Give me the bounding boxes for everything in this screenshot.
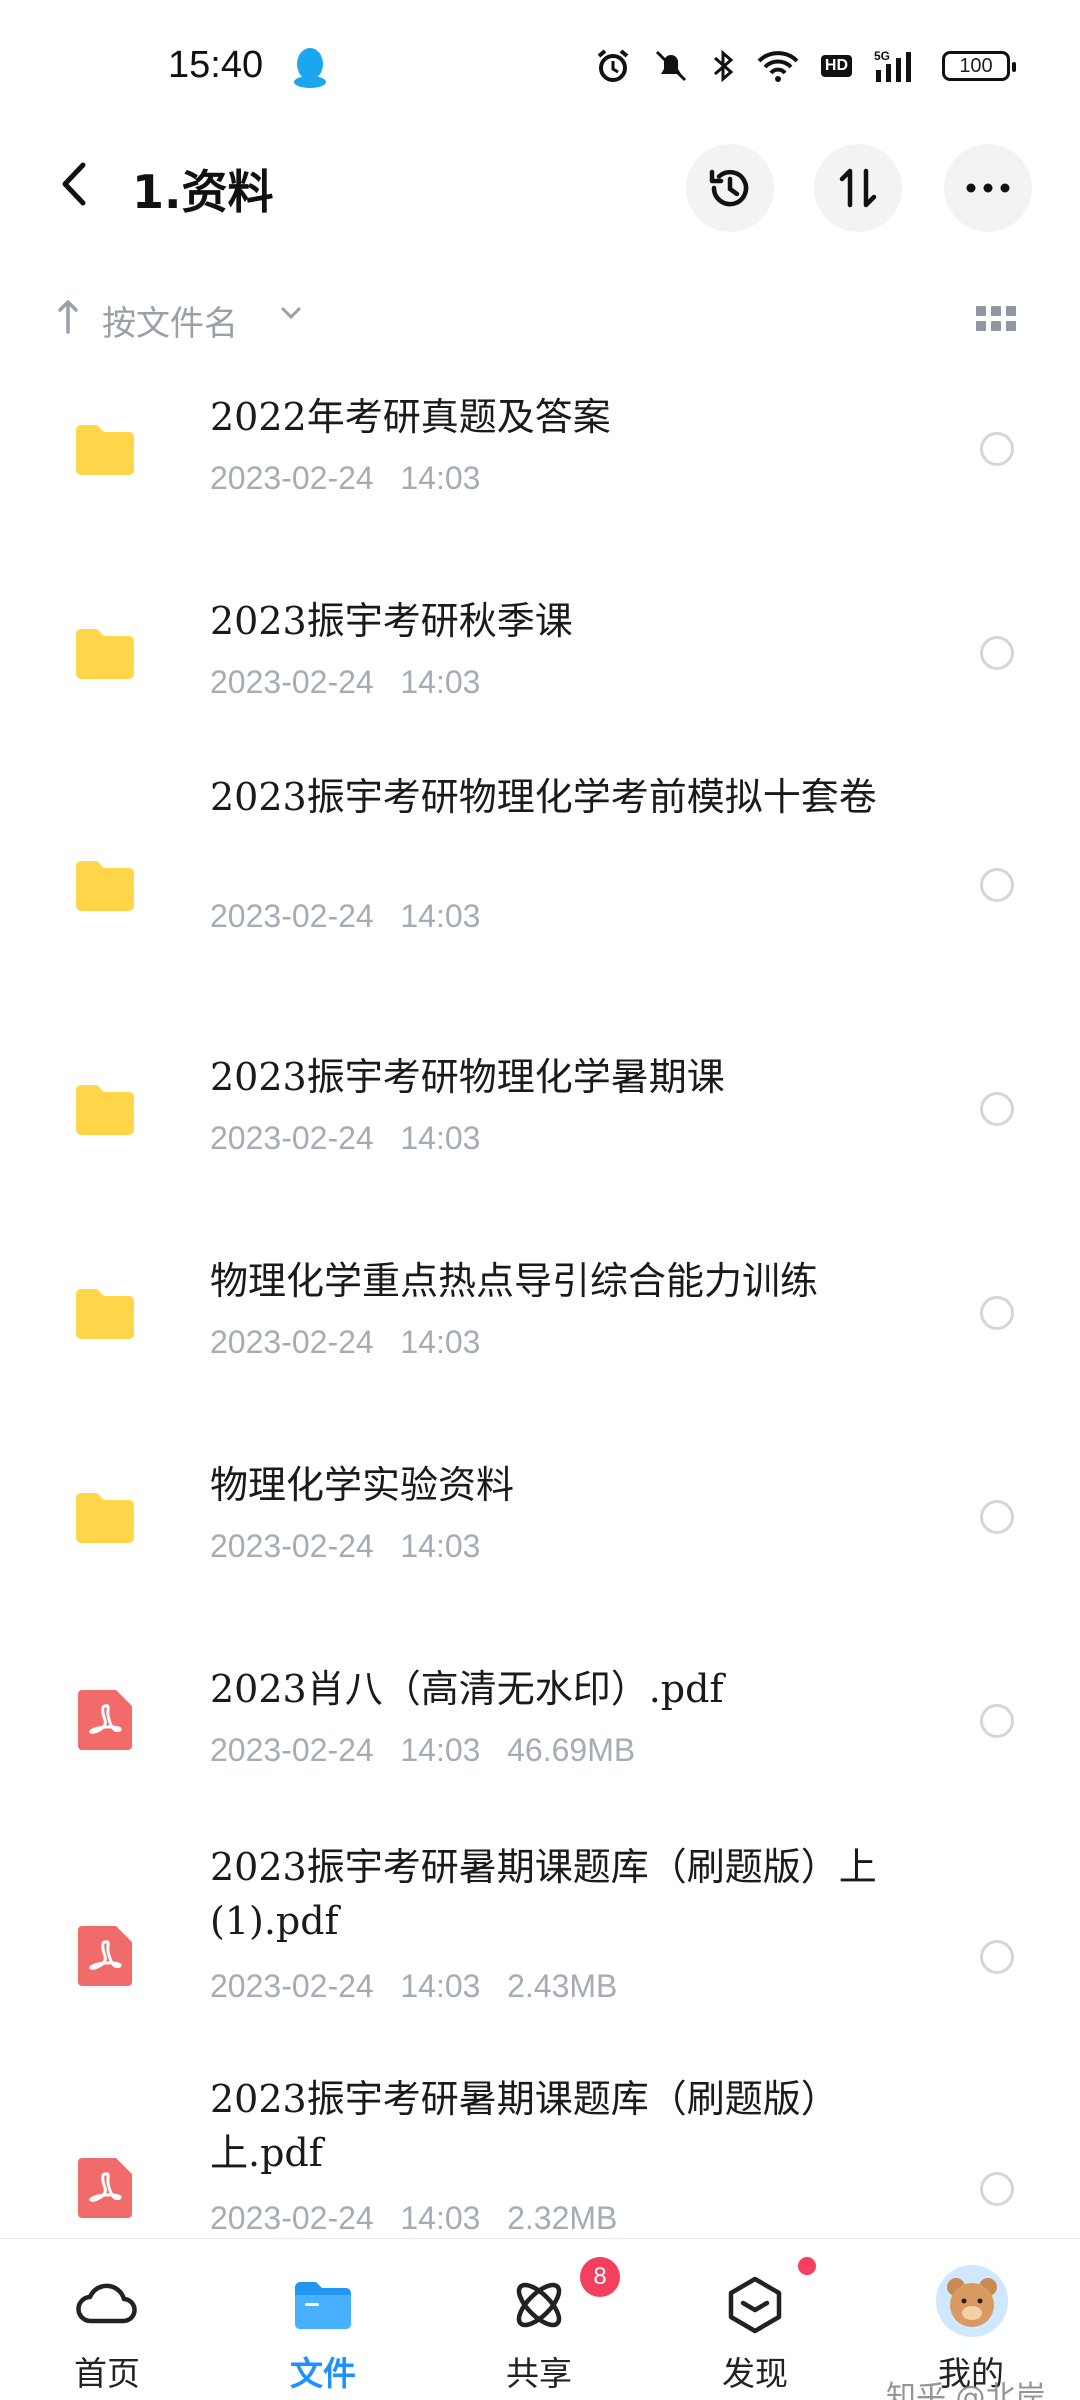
select-checkbox[interactable]: [980, 1092, 1014, 1126]
file-meta: 2023-02-24 14:03: [210, 898, 481, 934]
file-meta: 2023-02-24 14:03: [210, 1120, 481, 1156]
back-arrow-icon: [62, 162, 86, 206]
nav-files-label: 文件: [290, 2354, 356, 2393]
alarm-icon: [597, 49, 629, 82]
status-bar: 15:40 HD 5G 100: [0, 0, 1080, 132]
file-name: 2023振宇考研秋季课: [210, 599, 573, 643]
file-name: 物理化学实验资料: [210, 1463, 515, 1507]
select-checkbox[interactable]: [980, 1940, 1014, 1974]
list-item[interactable]: 2023振宇考研秋季课 2023-02-24 14:03: [0, 564, 1080, 744]
hd-badge: HD: [820, 55, 852, 77]
list-item[interactable]: 2023振宇考研物理化学暑期课 2023-02-24 14:03: [0, 1020, 1080, 1200]
header: 1.资料: [0, 132, 1080, 242]
file-name: 2023振宇考研物理化学暑期课: [210, 1055, 725, 1099]
select-checkbox[interactable]: [980, 432, 1014, 466]
file-meta: 2023-02-24 14:03 2.32MB: [210, 2200, 618, 2236]
share-atom-icon: [516, 2282, 562, 2328]
more-dots-icon: [966, 183, 1010, 193]
file-name: 2023振宇考研物理化学考前模拟十套卷: [210, 775, 877, 819]
file-name: 2023振宇考研暑期课题库（刷题版）上(1).pdf: [210, 1845, 877, 1943]
file-meta: 2023-02-24 14:03 46.69MB: [210, 1732, 636, 1768]
discover-notification-dot: [798, 2257, 816, 2275]
folder-icon: [76, 425, 134, 475]
select-checkbox[interactable]: [980, 1500, 1014, 1534]
wifi-icon: [757, 51, 799, 82]
nav-home-label: 首页: [74, 2354, 140, 2393]
select-checkbox[interactable]: [980, 636, 1014, 670]
folder-icon: [76, 861, 134, 911]
pdf-file-icon: [78, 1926, 132, 1986]
file-meta: 2023-02-24 14:03: [210, 1528, 481, 1564]
avatar: [936, 2265, 1008, 2337]
list-item[interactable]: 2023振宇考研暑期课题库（刷题版）上.pdf 2023-02-24 14:03…: [0, 2072, 1080, 2240]
select-checkbox[interactable]: [980, 1704, 1014, 1738]
history-icon: [709, 169, 749, 207]
sort-up-arrow-icon: [58, 300, 78, 334]
page-title: 1.资料: [132, 165, 274, 219]
file-name: 2023振宇考研暑期课题库（刷题版）上.pdf: [210, 2077, 839, 2175]
pdf-file-icon: [78, 1690, 132, 1750]
status-icons: HD 5G 100: [595, 44, 1016, 88]
nav-discover-label: 发现: [722, 2354, 788, 2393]
share-badge: 8: [580, 2257, 620, 2297]
nav-share-label: 共享: [506, 2354, 572, 2393]
list-item[interactable]: 2023振宇考研暑期课题库（刷题版）上(1).pdf 2023-02-24 14…: [0, 1840, 1080, 2050]
sort-row: 按文件名: [0, 282, 1080, 352]
mute-icon: [655, 50, 686, 82]
watermark: 知乎 @北岸: [886, 2380, 1046, 2400]
chevron-down-icon[interactable]: [280, 306, 302, 320]
file-meta: 2023-02-24 14:03: [210, 1324, 481, 1360]
list-item[interactable]: 物理化学重点热点导引综合能力训练 2023-02-24 14:03: [0, 1224, 1080, 1404]
bear-avatar-icon: [936, 2265, 1008, 2337]
sort-by-name-selector[interactable]: 按文件名: [102, 296, 238, 345]
more-button[interactable]: [944, 144, 1032, 232]
file-name: 2023肖八（高清无水印）.pdf: [210, 1667, 724, 1711]
nav-files[interactable]: 文件: [248, 2239, 398, 2400]
cloud-home-icon: [76, 2283, 137, 2324]
signal-icon: 5G: [874, 49, 911, 82]
file-meta: 2023-02-24 14:03 2.43MB: [210, 1968, 618, 2004]
list-item[interactable]: 2023振宇考研物理化学考前模拟十套卷 2023-02-24 14:03: [0, 770, 1080, 980]
svg-text:5G: 5G: [874, 49, 890, 63]
nav-home[interactable]: 首页: [32, 2239, 182, 2400]
folder-icon: [76, 1289, 134, 1339]
qq-icon: [294, 48, 326, 88]
bluetooth-icon: [713, 49, 734, 83]
grid-view-button[interactable]: [976, 306, 1016, 332]
folder-icon: [76, 1085, 134, 1135]
battery-indicator: 100: [942, 51, 1016, 81]
nav-discover[interactable]: 发现: [680, 2239, 830, 2400]
list-item[interactable]: 2023肖八（高清无水印）.pdf 2023-02-24 14:03 46.69…: [0, 1632, 1080, 1812]
sort-order-button[interactable]: [814, 144, 902, 232]
file-name: 2022年考研真题及答案: [210, 395, 611, 439]
file-meta: 2023-02-24 14:03: [210, 664, 481, 700]
list-item[interactable]: 2022年考研真题及答案 2023-02-24 14:03: [0, 360, 1080, 540]
folder-icon: [76, 629, 134, 679]
select-checkbox[interactable]: [980, 1296, 1014, 1330]
select-checkbox[interactable]: [980, 868, 1014, 902]
discover-cube-icon: [728, 2276, 782, 2334]
folder-icon: [76, 1493, 134, 1543]
file-meta: 2023-02-24 14:03: [210, 460, 481, 496]
nav-share[interactable]: 8 共享: [464, 2239, 620, 2400]
folder-active-icon: [295, 2282, 351, 2329]
select-checkbox[interactable]: [980, 2172, 1014, 2206]
file-list: 2022年考研真题及答案 2023-02-24 14:03 2023振宇考研秋季…: [0, 360, 1080, 2240]
history-button[interactable]: [686, 144, 774, 232]
status-time: 15:40: [168, 44, 264, 86]
back-button[interactable]: [44, 154, 104, 214]
sort-icon: [839, 168, 877, 208]
pdf-file-icon: [78, 2158, 132, 2218]
file-name: 物理化学重点热点导引综合能力训练: [210, 1259, 819, 1303]
list-item[interactable]: 物理化学实验资料 2023-02-24 14:03: [0, 1428, 1080, 1608]
